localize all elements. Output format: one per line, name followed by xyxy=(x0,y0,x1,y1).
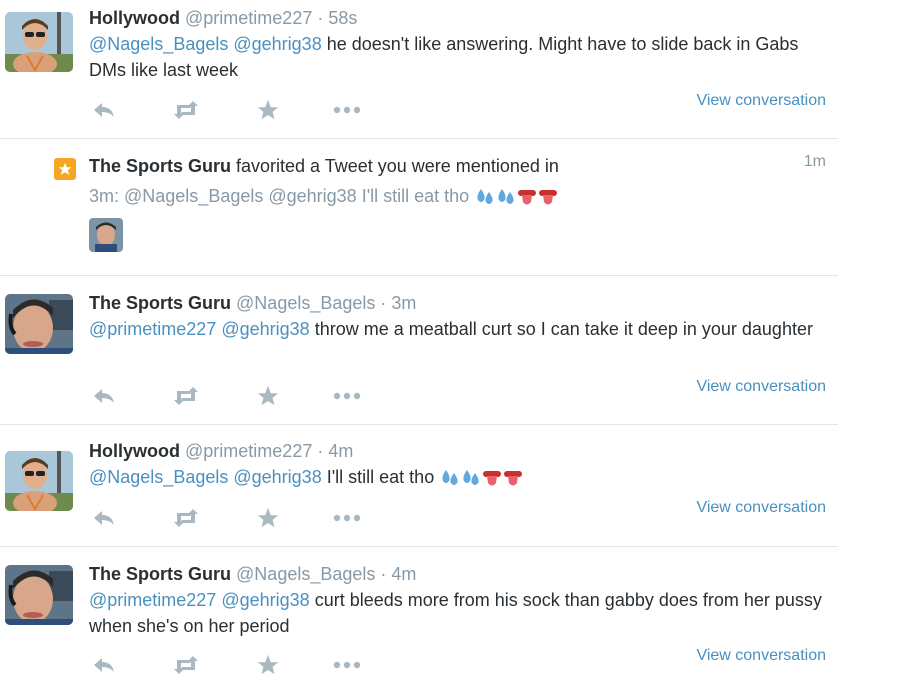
mention-link[interactable]: @primetime227 xyxy=(89,590,216,610)
view-conversation-link[interactable]: View conversation xyxy=(696,647,826,665)
notification-time[interactable]: 1m xyxy=(804,153,826,171)
star-icon[interactable] xyxy=(253,98,283,122)
star-icon[interactable] xyxy=(253,653,283,677)
tweet-text: @primetime227 @gehrig38 throw me a meatb… xyxy=(89,316,834,342)
quoted-tweet[interactable]: 3m: @Nagels_Bagels @gehrig38 I'll still … xyxy=(89,183,558,209)
notification-action: favorited a Tweet you were mentioned in xyxy=(231,156,559,176)
tweet-actions xyxy=(89,506,389,530)
tweet: Hollywood @primetime227 · 4m @Nagels_Bag… xyxy=(0,425,838,547)
tweet-header: The Sports Guru @Nagels_Bagels · 4m xyxy=(89,561,416,587)
more-icon[interactable] xyxy=(332,653,362,677)
tweet: The Sports Guru @Nagels_Bagels · 3m @pri… xyxy=(0,276,838,425)
author-handle[interactable]: @Nagels_Bagels xyxy=(236,564,375,584)
author-name[interactable]: The Sports Guru xyxy=(89,564,231,584)
author-handle[interactable]: @Nagels_Bagels xyxy=(236,293,375,313)
sweat-droplets-icon xyxy=(477,189,493,205)
timestamp[interactable]: 58s xyxy=(328,8,357,28)
tongue-icon xyxy=(504,471,523,486)
star-icon[interactable] xyxy=(253,384,283,408)
separator: · xyxy=(380,564,387,584)
emoji-group xyxy=(439,467,523,487)
reply-icon[interactable] xyxy=(89,506,119,530)
view-conversation-link[interactable]: View conversation xyxy=(696,378,826,396)
reply-icon[interactable] xyxy=(89,98,119,122)
tongue-icon xyxy=(539,190,558,205)
emoji-group xyxy=(474,186,558,206)
tweet-header: Hollywood @primetime227 · 58s xyxy=(89,5,357,31)
retweet-icon[interactable] xyxy=(171,98,201,122)
more-icon[interactable] xyxy=(332,384,362,408)
mention-link[interactable]: @primetime227 xyxy=(89,319,216,339)
mention-link[interactable]: @Nagels_Bagels xyxy=(89,467,228,487)
tweet-text: @Nagels_Bagels @gehrig38 I'll still eat … xyxy=(89,464,834,490)
view-conversation-link[interactable]: View conversation xyxy=(696,499,826,517)
tweet-text: @primetime227 @gehrig38 curt bleeds more… xyxy=(89,587,834,639)
star-icon xyxy=(54,158,76,180)
avatar[interactable] xyxy=(89,218,123,252)
timestamp[interactable]: 3m xyxy=(391,293,416,313)
timestamp[interactable]: 4m xyxy=(391,564,416,584)
reply-icon[interactable] xyxy=(89,653,119,677)
avatar[interactable] xyxy=(5,451,73,511)
tweet-body: throw me a meatball curt so I can take i… xyxy=(309,319,813,339)
avatar[interactable] xyxy=(5,12,73,72)
mention-link[interactable]: @Nagels_Bagels xyxy=(89,34,228,54)
actor-name[interactable]: The Sports Guru xyxy=(89,156,231,176)
tweet-text: @Nagels_Bagels @gehrig38 he doesn't like… xyxy=(89,31,834,83)
tweet-header: The Sports Guru @Nagels_Bagels · 3m xyxy=(89,290,416,316)
view-conversation-link[interactable]: View conversation xyxy=(696,92,826,110)
tweet: The Sports Guru @Nagels_Bagels · 4m @pri… xyxy=(0,547,838,687)
mention-link[interactable]: @gehrig38 xyxy=(233,34,321,54)
notification-header: The Sports Guru favorited a Tweet you we… xyxy=(89,153,559,179)
mention-link[interactable]: @gehrig38 xyxy=(221,319,309,339)
tongue-icon xyxy=(483,471,502,486)
author-name[interactable]: Hollywood xyxy=(89,441,180,461)
more-icon[interactable] xyxy=(332,506,362,530)
retweet-icon[interactable] xyxy=(171,384,201,408)
tweet-actions xyxy=(89,384,389,408)
separator: · xyxy=(317,8,324,28)
mention-link[interactable]: @gehrig38 xyxy=(221,590,309,610)
star-icon[interactable] xyxy=(253,506,283,530)
tweet-actions xyxy=(89,98,389,122)
reply-icon[interactable] xyxy=(89,384,119,408)
sweat-droplets-icon xyxy=(498,189,514,205)
tongue-icon xyxy=(518,190,537,205)
sweat-droplets-icon xyxy=(442,470,458,486)
avatar[interactable] xyxy=(5,294,73,354)
sweat-droplets-icon xyxy=(463,470,479,486)
author-handle[interactable]: @primetime227 xyxy=(185,8,312,28)
timestamp[interactable]: 4m xyxy=(328,441,353,461)
separator: · xyxy=(380,293,387,313)
tweet-body: I'll still eat tho xyxy=(321,467,435,487)
avatar[interactable] xyxy=(5,565,73,625)
mention-link[interactable]: @gehrig38 xyxy=(233,467,321,487)
retweet-icon[interactable] xyxy=(171,653,201,677)
author-name[interactable]: Hollywood xyxy=(89,8,180,28)
tweet: Hollywood @primetime227 · 58s @Nagels_Ba… xyxy=(0,0,838,139)
separator: · xyxy=(317,441,324,461)
tweet-header: Hollywood @primetime227 · 4m xyxy=(89,438,353,464)
author-handle[interactable]: @primetime227 xyxy=(185,441,312,461)
retweet-icon[interactable] xyxy=(171,506,201,530)
quoted-tweet-text: 3m: @Nagels_Bagels @gehrig38 I'll still … xyxy=(89,186,470,206)
tweet-actions xyxy=(89,653,389,677)
author-name[interactable]: The Sports Guru xyxy=(89,293,231,313)
more-icon[interactable] xyxy=(332,98,362,122)
